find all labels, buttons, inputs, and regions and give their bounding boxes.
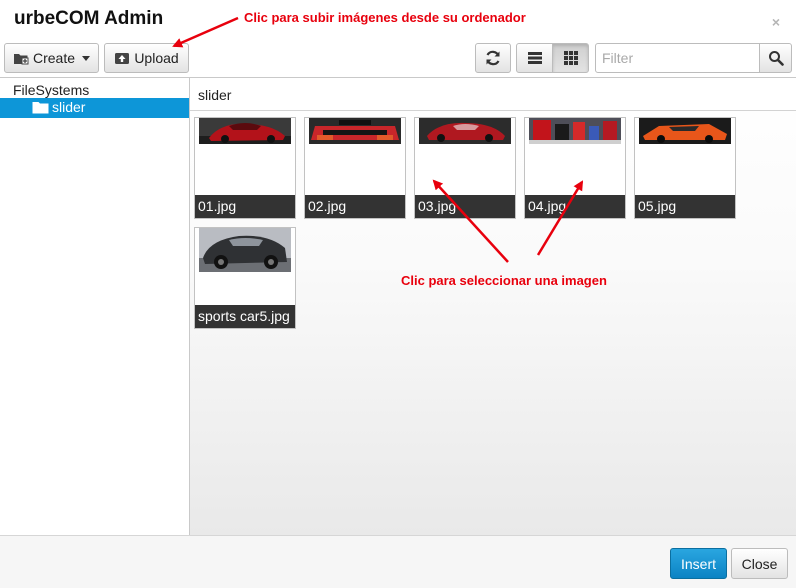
file-manager-dialog: urbeCOM Admin × Clic para subir imágenes… <box>0 0 796 588</box>
tree-root-label[interactable]: FileSystems <box>13 82 89 98</box>
upload-button[interactable]: Upload <box>104 43 189 73</box>
list-view-icon <box>527 52 542 64</box>
folder-tree: FileSystems slider <box>0 77 190 535</box>
upload-icon <box>115 53 130 64</box>
insert-button[interactable]: Insert <box>670 548 727 579</box>
thumbnail-image <box>529 118 621 144</box>
file-name: 04.jpg <box>525 195 625 218</box>
file-browser: slider 01.jpg 02.jpg 03.jpg 04.jpg 05.jp… <box>190 77 796 535</box>
grid-view-icon <box>563 51 578 65</box>
chevron-down-icon <box>82 55 91 61</box>
search-icon <box>768 51 784 66</box>
file-name: 02.jpg <box>305 195 405 218</box>
tree-item-label: slider <box>52 99 86 115</box>
grid-view-button[interactable] <box>552 43 589 73</box>
dialog-footer: Insert Close <box>0 535 796 588</box>
thumbnail-image <box>309 118 401 144</box>
thumbnail-image <box>639 118 731 144</box>
file-thumbnail[interactable]: sports car5.jpg <box>194 227 296 329</box>
file-name: 03.jpg <box>415 195 515 218</box>
thumbnail-image <box>199 118 291 144</box>
upload-annotation: Clic para subir imágenes desde su ordena… <box>244 10 526 25</box>
upload-label: Upload <box>134 50 179 66</box>
refresh-button[interactable] <box>475 43 511 73</box>
refresh-icon <box>486 50 500 66</box>
toolbar: Create Upload <box>0 40 796 77</box>
thumbnail-image <box>199 228 291 272</box>
file-thumbnail[interactable]: 04.jpg <box>524 117 626 219</box>
select-annotation: Clic para seleccionar una imagen <box>401 273 607 288</box>
file-thumbnail[interactable]: 03.jpg <box>414 117 516 219</box>
file-name: sports car5.jpg <box>195 305 295 328</box>
create-label: Create <box>32 50 76 66</box>
folder-plus-icon <box>13 54 29 65</box>
file-thumbnail[interactable]: 02.jpg <box>304 117 406 219</box>
folder-icon <box>32 102 49 114</box>
file-thumbnail[interactable]: 01.jpg <box>194 117 296 219</box>
thumbnail-image <box>419 118 511 144</box>
list-view-button[interactable] <box>516 43 553 73</box>
create-button[interactable]: Create <box>4 43 99 73</box>
filter-input[interactable] <box>595 43 760 73</box>
close-dialog-icon[interactable]: × <box>772 14 780 30</box>
dialog-title: urbeCOM Admin <box>14 8 164 29</box>
tree-item-slider[interactable]: slider <box>0 98 189 118</box>
search-button[interactable] <box>759 43 792 73</box>
file-name: 05.jpg <box>635 195 735 218</box>
file-name: 01.jpg <box>195 195 295 218</box>
file-thumbnail[interactable]: 05.jpg <box>634 117 736 219</box>
close-button[interactable]: Close <box>731 548 788 579</box>
current-path: slider <box>190 78 796 111</box>
